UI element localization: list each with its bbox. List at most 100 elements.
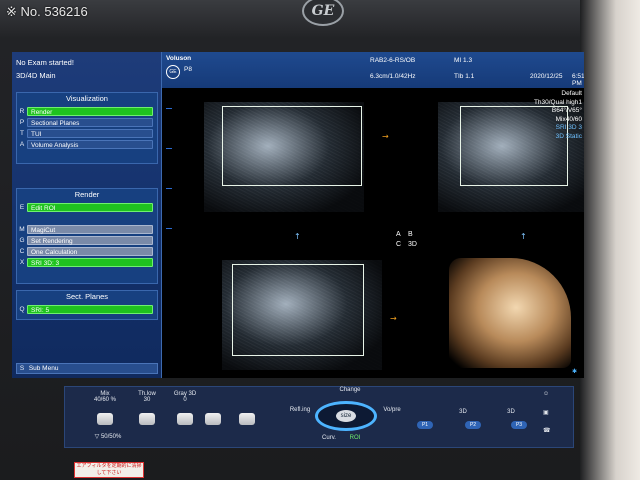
knob[interactable] <box>239 413 255 425</box>
app-name: Voluson <box>166 55 192 62</box>
3d-label: 3D <box>459 409 467 415</box>
background-wall <box>580 0 640 480</box>
mix-label: Mix 40/60 % <box>93 391 117 403</box>
hotkey: S <box>19 365 25 372</box>
left-menu-panel: No Exam started! 3D/4D Main Visualizatio… <box>12 52 162 378</box>
ultrasound-screen: No Exam started! 3D/4D Main Visualizatio… <box>12 52 584 378</box>
gray3d-knob[interactable] <box>177 413 193 425</box>
depth-tick <box>166 148 172 149</box>
info-line: Th30/Qual high1 <box>533 98 582 106</box>
th-low-label: Th.low 30 <box>138 391 156 403</box>
sectional-planes-button[interactable]: Sectional Planes <box>27 117 153 127</box>
plane-c-image[interactable] <box>222 260 382 370</box>
preset-label: Default <box>561 90 582 97</box>
menu-row-tui[interactable]: T TUI <box>17 128 157 138</box>
roi-label: ROI <box>349 435 361 441</box>
snowflake-icon: ✱ <box>572 369 578 375</box>
menu-row-set-rendering[interactable]: G Set Rendering <box>17 235 157 245</box>
hotkey: T <box>20 129 24 137</box>
arrow-icon: → <box>382 132 389 141</box>
one-calculation-dropdown[interactable]: One Calculation <box>27 246 153 256</box>
magicut-dropdown[interactable]: MagiCut <box>27 224 153 234</box>
sri-3d-button[interactable]: SRI 3D: 3 <box>27 257 153 267</box>
mi-value: MI 1.3 <box>454 57 473 64</box>
menu-row-sectional[interactable]: P Sectional Planes <box>17 117 157 127</box>
info-line: B64°/V65° <box>551 107 582 114</box>
app-sub-name: P8 <box>184 66 192 73</box>
ultrasound-device: GE ※ No. 536216 No Exam started! 3D/4D M… <box>0 0 640 480</box>
bottom-control-panel: Mix 40/60 % ▽ 50/50% Th.low 30 Gray 3D 0… <box>64 386 574 448</box>
menu-row-sri[interactable]: Q SRI: 5 <box>17 304 157 314</box>
p1-button[interactable]: P1 <box>417 421 433 429</box>
vol-pre-label: Vo/pre <box>383 407 401 413</box>
arrow-up-icon: ↑ <box>520 232 527 241</box>
info-line: Mix40/60 <box>555 115 582 123</box>
menu-row-sri3d[interactable]: X SRI 3D: 3 <box>17 257 157 267</box>
photo-number-label: ※ No. 536216 <box>6 4 88 19</box>
sri-button[interactable]: SRI: 5 <box>27 304 153 314</box>
knob[interactable] <box>205 413 221 425</box>
depth-freq-label: 6.3cm/1.0/42Hz <box>370 73 416 80</box>
orientation-c[interactable]: C <box>396 241 401 248</box>
mix-knob[interactable] <box>97 413 113 425</box>
hotkey: M <box>19 225 25 233</box>
visualization-section: Visualization R Render P Sectional Plane… <box>16 92 158 164</box>
curv-label: Curv. <box>322 435 336 441</box>
tib-value: TIb 1.1 <box>454 73 475 80</box>
p2-button[interactable]: P2 <box>465 421 481 429</box>
menu-row-edit-roi[interactable]: E Edit ROI <box>17 202 157 212</box>
menu-row-magicut[interactable]: M MagiCut <box>17 224 157 234</box>
render-title: Render <box>74 190 100 199</box>
tui-button[interactable]: TUI <box>27 128 153 138</box>
3d-rendered-volume[interactable] <box>449 258 571 368</box>
top-status-bar: Voluson P8 GE RAB2-6-RS/OB 6.3cm/1.0/42H… <box>162 52 584 88</box>
hotkey: A <box>19 140 25 148</box>
warning-sticker: エアフィルタを定期的に清掃して下さい <box>74 462 144 478</box>
roi-box-a[interactable] <box>222 106 362 186</box>
render-section: Render E Edit ROI M MagiCut G Set Render… <box>16 188 158 284</box>
edit-roi-button[interactable]: Edit ROI <box>27 202 153 212</box>
status-area: No Exam started! 3D/4D Main <box>12 52 161 82</box>
3d-label: 3D <box>507 409 515 415</box>
probe-label: RAB2-6-RS/OB <box>370 57 416 64</box>
visualization-title: Visualization <box>66 94 108 103</box>
menu-row-render[interactable]: R Render <box>17 106 157 116</box>
depth-tick <box>166 108 172 109</box>
change-label: Change <box>339 387 361 393</box>
date-label: 2020/12/25 <box>530 73 563 80</box>
volume-analysis-button[interactable]: Volume Analysis <box>27 139 153 149</box>
render-button[interactable]: Render <box>27 106 153 116</box>
set-rendering-dropdown[interactable]: Set Rendering <box>27 235 153 245</box>
exam-status: No Exam started! <box>16 58 74 67</box>
menu-row-one-calc[interactable]: C One Calculation <box>17 246 157 256</box>
info-line: 3D Static <box>555 132 582 140</box>
orientation-a[interactable]: A <box>396 231 401 238</box>
depth-tick <box>166 188 172 189</box>
plane-a-image[interactable] <box>204 102 364 212</box>
roi-box-c[interactable] <box>232 264 364 356</box>
th-low-knob[interactable] <box>139 413 155 425</box>
p3-button[interactable]: P3 <box>511 421 527 429</box>
render-info: Default Th30/Qual high1 B64°/V65° Mix40/… <box>510 90 582 141</box>
hotkey: X <box>19 258 25 266</box>
arrow-up-icon: ↑ <box>294 232 301 241</box>
gray3d-label: Gray 3D 0 <box>173 391 197 403</box>
sect-planes-section: Sect. Planes Q SRI: 5 <box>16 290 158 320</box>
hotkey: C <box>19 247 25 255</box>
phone-icon: ☎ <box>543 428 551 434</box>
sub-menu-button[interactable]: S Sub Menu <box>16 363 158 374</box>
mix-bottom-label: ▽ 50/50% <box>94 434 122 440</box>
sect-planes-title: Sect. Planes <box>65 292 109 301</box>
sub-menu-label: Sub Menu <box>28 365 59 372</box>
hotkey: E <box>19 203 25 211</box>
hotkey: Q <box>19 305 25 313</box>
image-area[interactable]: → → ↑ ↑ A B C 3D Default Th30/Qual high1… <box>162 88 584 378</box>
hotkey: P <box>19 118 25 126</box>
menu-row-volume[interactable]: A Volume Analysis <box>17 139 157 149</box>
printer-icon: ▣ <box>543 410 549 416</box>
orientation-b[interactable]: B <box>408 231 413 238</box>
depth-tick <box>166 228 172 229</box>
size-label: size <box>340 413 352 419</box>
orientation-3d[interactable]: 3D <box>408 241 417 248</box>
info-line: SRI 3D 3 <box>555 124 582 131</box>
